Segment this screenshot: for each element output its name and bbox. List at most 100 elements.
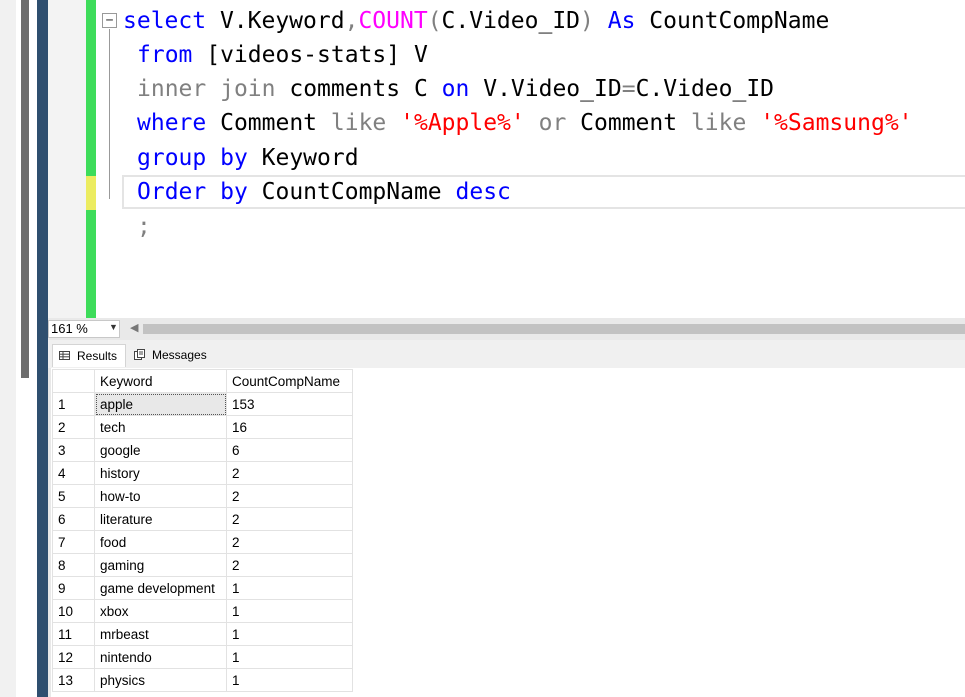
- count-cell[interactable]: 1: [226, 576, 353, 600]
- outer-scrollbar-thumb[interactable]: [21, 0, 29, 378]
- keyword-cell[interactable]: nintendo: [94, 645, 227, 669]
- code-line-2[interactable]: from [videos-stats] V: [137, 38, 428, 72]
- keyword-cell[interactable]: food: [94, 530, 227, 554]
- code-text: CountCompName: [247, 179, 442, 205]
- code-text: C.Video_ID: [635, 76, 775, 102]
- count-cell[interactable]: 153: [226, 392, 353, 416]
- row-number[interactable]: 10: [52, 599, 95, 623]
- count-cell[interactable]: 2: [226, 484, 353, 508]
- row-number[interactable]: 12: [52, 645, 95, 669]
- column-header-keyword[interactable]: Keyword: [94, 369, 227, 393]
- code-text: Comment: [206, 110, 318, 136]
- table-row[interactable]: 9 game development 1: [52, 576, 353, 600]
- row-number[interactable]: 4: [52, 461, 95, 485]
- keyword-cell[interactable]: history: [94, 461, 227, 485]
- keyword-cell[interactable]: google: [94, 438, 227, 462]
- scroll-left-icon[interactable]: ◀: [130, 321, 138, 334]
- code-op: =: [621, 76, 636, 102]
- tab-messages-label: Messages: [152, 348, 207, 362]
- code-line-1[interactable]: select V.Keyword,COUNT(C.Video_ID) As Co…: [123, 4, 829, 38]
- keyword-cell[interactable]: game development: [94, 576, 227, 600]
- row-number[interactable]: 11: [52, 622, 95, 646]
- keyword-cell[interactable]: gaming: [94, 553, 227, 577]
- row-number[interactable]: 6: [52, 507, 95, 531]
- collapse-icon[interactable]: −: [102, 13, 117, 28]
- dropdown-arrow-icon[interactable]: ▼: [109, 322, 118, 332]
- tab-results[interactable]: Results: [52, 344, 126, 367]
- editor-gutter: [48, 0, 86, 318]
- code-text: comments C: [275, 76, 428, 102]
- count-cell[interactable]: 1: [226, 668, 353, 692]
- horizontal-scrollbar-thumb[interactable]: [143, 324, 965, 334]
- tab-results-label: Results: [77, 349, 118, 363]
- code-line-3[interactable]: inner join comments C on V.Video_ID=C.Vi…: [137, 72, 774, 106]
- code-line-6[interactable]: Order by CountCompName desc: [137, 175, 511, 209]
- kw-like: like: [317, 110, 387, 136]
- table-row[interactable]: 13 physics 1: [52, 668, 353, 692]
- count-cell[interactable]: 2: [226, 507, 353, 531]
- row-number[interactable]: 5: [52, 484, 95, 508]
- kw-inner: inner: [137, 76, 207, 102]
- keyword-cell[interactable]: literature: [94, 507, 227, 531]
- kw-by: by: [206, 145, 248, 171]
- kw-by: by: [206, 179, 248, 205]
- keyword-cell[interactable]: mrbeast: [94, 622, 227, 646]
- grid-header-row: Keyword CountCompName: [52, 369, 353, 393]
- code-text: Comment: [566, 110, 678, 136]
- keyword-cell[interactable]: xbox: [94, 599, 227, 623]
- kw-like: like: [677, 110, 747, 136]
- column-header-countcompname[interactable]: CountCompName: [226, 369, 353, 393]
- count-cell[interactable]: 2: [226, 530, 353, 554]
- count-cell[interactable]: 2: [226, 553, 353, 577]
- table-row[interactable]: 6 literature 2: [52, 507, 353, 531]
- row-number[interactable]: 2: [52, 415, 95, 439]
- keyword-cell[interactable]: apple: [94, 392, 227, 416]
- code-string: '%Samsung%': [746, 110, 913, 136]
- table-row[interactable]: 1 apple 153: [52, 392, 353, 416]
- kw-select: select: [123, 8, 207, 34]
- code-op: ): [580, 8, 594, 34]
- row-number[interactable]: 3: [52, 438, 95, 462]
- table-row[interactable]: 5 how-to 2: [52, 484, 353, 508]
- code-line-7[interactable]: ;: [137, 210, 151, 244]
- messages-icon: [134, 349, 145, 360]
- keyword-cell[interactable]: how-to: [94, 484, 227, 508]
- results-pane-border: [48, 368, 51, 697]
- row-number[interactable]: 9: [52, 576, 95, 600]
- count-cell[interactable]: 1: [226, 599, 353, 623]
- table-row[interactable]: 8 gaming 2: [52, 553, 353, 577]
- count-cell[interactable]: 16: [226, 415, 353, 439]
- code-text: Keyword: [247, 145, 359, 171]
- count-cell[interactable]: 6: [226, 438, 353, 462]
- count-cell[interactable]: 1: [226, 622, 353, 646]
- table-row[interactable]: 7 food 2: [52, 530, 353, 554]
- kw-from: from: [137, 42, 193, 68]
- change-tracking-bar: [86, 0, 96, 318]
- code-text: [videos-stats] V: [192, 42, 428, 68]
- table-row[interactable]: 2 tech 16: [52, 415, 353, 439]
- keyword-cell[interactable]: physics: [94, 668, 227, 692]
- table-row[interactable]: 4 history 2: [52, 461, 353, 485]
- tab-messages[interactable]: Messages: [128, 344, 214, 366]
- kw-on: on: [427, 76, 470, 102]
- code-line-5[interactable]: group by Keyword: [137, 141, 359, 175]
- row-number[interactable]: 8: [52, 553, 95, 577]
- table-row[interactable]: 3 google 6: [52, 438, 353, 462]
- row-number[interactable]: 7: [52, 530, 95, 554]
- table-row[interactable]: 11 mrbeast 1: [52, 622, 353, 646]
- row-number[interactable]: 13: [52, 668, 95, 692]
- row-number[interactable]: 1: [52, 392, 95, 416]
- code-line-4[interactable]: where Comment like '%Apple%' or Comment …: [137, 106, 913, 140]
- code-op: ,: [344, 8, 359, 34]
- keyword-cell[interactable]: tech: [94, 415, 227, 439]
- count-cell[interactable]: 1: [226, 645, 353, 669]
- code-text: C.Video_ID: [441, 8, 581, 34]
- code-text: V.Keyword: [206, 8, 345, 34]
- count-cell[interactable]: 2: [226, 461, 353, 485]
- row-number-header[interactable]: [52, 369, 95, 393]
- results-grid[interactable]: Keyword CountCompName 1 apple 153 2 tech 16 3 g…: [52, 369, 353, 692]
- table-row[interactable]: 10 xbox 1: [52, 599, 353, 623]
- table-row[interactable]: 12 nintendo 1: [52, 645, 353, 669]
- code-string: '%Apple%': [386, 110, 525, 136]
- kw-group: group: [137, 145, 207, 171]
